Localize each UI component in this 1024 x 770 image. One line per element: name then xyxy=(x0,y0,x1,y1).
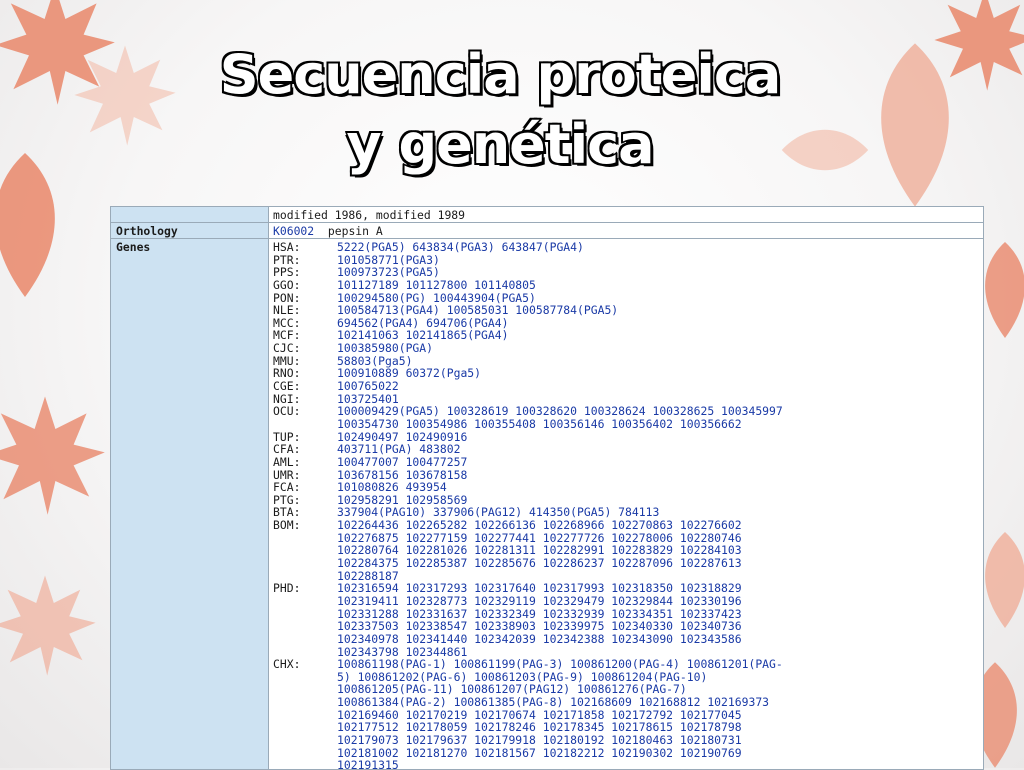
organism-code: OCU: xyxy=(273,404,301,419)
organism-code: CJC: xyxy=(273,341,301,356)
orthology-row: Orthology K06002 pepsin A xyxy=(111,223,983,239)
leaf-decoration-left-mid xyxy=(0,396,105,515)
gene-list: HSA: 5222(PGA5) 643834(PGA3) 643847(PGA4)… xyxy=(269,239,783,769)
organism-code: AML: xyxy=(273,454,301,469)
orthology-label: Orthology xyxy=(111,223,269,238)
orthology-id-link[interactable]: K06002 xyxy=(273,224,314,238)
slide-title: Secuencia proteica y genética xyxy=(0,40,1000,180)
organism-code: CGE: xyxy=(273,379,301,394)
slide-title-line-1: Secuencia proteica xyxy=(218,42,783,108)
maple-leaf-icon xyxy=(985,532,1024,628)
slide-title-line-2: y genética xyxy=(345,112,656,178)
gene-id-links[interactable]: 102191315 xyxy=(337,758,399,769)
previous-row-label xyxy=(111,207,269,222)
maple-leaf-icon xyxy=(985,242,1024,338)
orthology-value: K06002 pepsin A xyxy=(269,223,383,238)
genes-label: Genes xyxy=(111,239,269,769)
organism-code: FCA: xyxy=(273,480,301,495)
maple-leaf-icon xyxy=(0,396,105,515)
gene-line: 102191315 xyxy=(273,758,783,769)
leaf-decoration-left-bottom xyxy=(0,575,96,676)
organism-code: CHX: xyxy=(273,657,301,672)
modified-text: modified 1986, modified 1989 xyxy=(273,208,466,222)
organism-code: GGO: xyxy=(273,277,301,292)
kegg-entry-table: modified 1986, modified 1989 Orthology K… xyxy=(110,206,984,770)
organism-code: CFA: xyxy=(273,442,301,457)
genes-row: Genes HSA: 5222(PGA5) 643834(PGA3) 643847… xyxy=(111,239,983,769)
orthology-name: pepsin A xyxy=(327,224,383,238)
organism-code: BOM: xyxy=(273,518,301,533)
organism-code: NLE: xyxy=(273,303,301,318)
previous-row: modified 1986, modified 1989 xyxy=(111,207,983,223)
maple-leaf-icon xyxy=(0,575,96,676)
organism-code: PHD: xyxy=(273,581,301,596)
organism-code: HSA: xyxy=(273,240,301,254)
